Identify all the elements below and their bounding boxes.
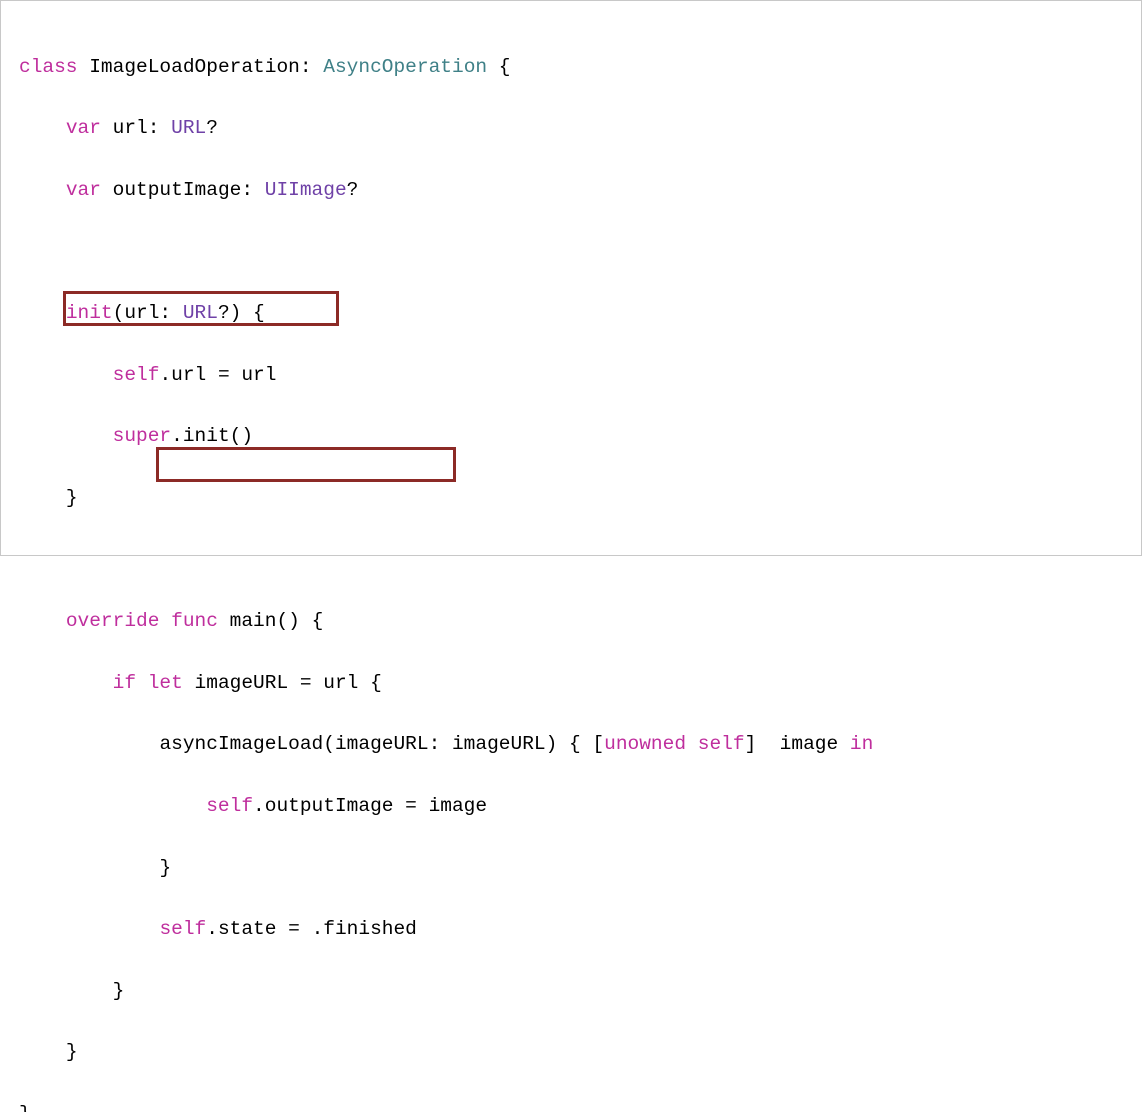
code-line: var outputImage: UIImage? <box>19 175 1123 206</box>
code-line: } <box>19 976 1123 1007</box>
keyword-func: func <box>171 610 218 632</box>
keyword-let: let <box>148 672 183 694</box>
code-line: override func main() { <box>19 606 1123 637</box>
code-line: self.outputImage = image <box>19 791 1123 822</box>
code-line: } <box>19 1037 1123 1068</box>
type-ref: AsyncOperation <box>323 56 487 78</box>
type-ref: URL <box>171 117 206 139</box>
code-line: if let imageURL = url { <box>19 668 1123 699</box>
keyword-var: var <box>66 179 101 201</box>
highlight-annotation <box>156 447 456 482</box>
code-block: class ImageLoadOperation: AsyncOperation… <box>0 0 1142 556</box>
code-line <box>19 545 1123 576</box>
keyword-super: super <box>113 425 172 447</box>
code-line: class ImageLoadOperation: AsyncOperation… <box>19 52 1123 83</box>
code-line: var url: URL? <box>19 113 1123 144</box>
keyword-class: class <box>19 56 78 78</box>
keyword-if: if <box>113 672 136 694</box>
keyword-self: self <box>698 733 745 755</box>
code-line: asyncImageLoad(imageURL: imageURL) { [un… <box>19 729 1123 760</box>
keyword-var: var <box>66 117 101 139</box>
keyword-unowned: unowned <box>604 733 686 755</box>
code-line: } <box>19 483 1123 514</box>
code-line: self.state = .finished <box>19 914 1123 945</box>
keyword-self: self <box>159 918 206 940</box>
keyword-override: override <box>66 610 160 632</box>
code-line: } <box>19 1099 1123 1112</box>
type-ref: UIImage <box>265 179 347 201</box>
keyword-self: self <box>206 795 253 817</box>
code-line: } <box>19 853 1123 884</box>
code-line <box>19 237 1123 268</box>
keyword-self: self <box>113 364 160 386</box>
code-line: self.url = url <box>19 360 1123 391</box>
type-name: ImageLoadOperation <box>89 56 300 78</box>
highlight-annotation <box>63 291 339 326</box>
keyword-in: in <box>850 733 873 755</box>
